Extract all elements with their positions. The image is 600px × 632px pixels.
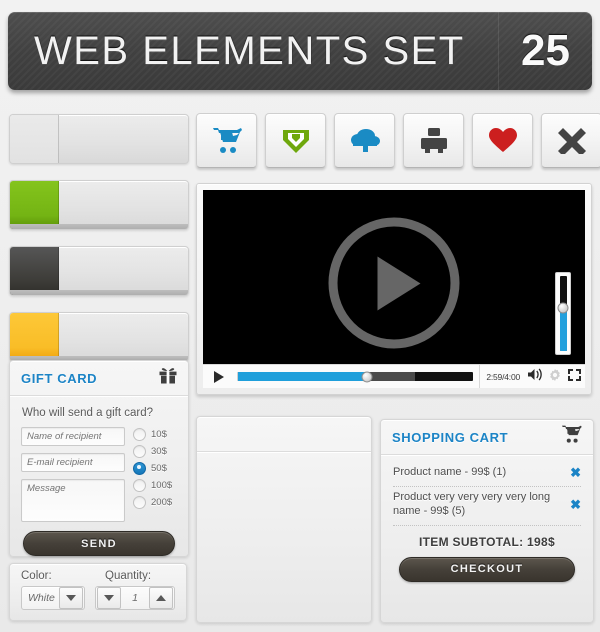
- radio-100[interactable]: [133, 479, 146, 492]
- play-button[interactable]: [207, 370, 231, 383]
- page-title: WEB ELEMENTS SET: [34, 28, 465, 73]
- remove-item-icon[interactable]: ✖: [570, 466, 581, 479]
- page-header: WEB ELEMENTS SET 25: [8, 12, 592, 90]
- fullscreen-icon[interactable]: [568, 368, 581, 386]
- volume-track: [557, 276, 569, 351]
- send-button-wrap: SEND: [10, 522, 188, 556]
- gift-message-textarea[interactable]: [21, 479, 125, 522]
- quantity-decrement-button[interactable]: [97, 587, 121, 609]
- cloud-upload-icon: [349, 128, 381, 154]
- volume-knob: [557, 302, 569, 313]
- close-x-icon: [557, 127, 586, 154]
- progress-bar-empty[interactable]: [9, 114, 189, 164]
- gift-amount-option-200[interactable]: 200$: [133, 496, 172, 509]
- gift-amount-option-30[interactable]: 30$: [133, 445, 172, 458]
- chevron-down-icon[interactable]: [59, 587, 83, 609]
- shopping-cart-icon: [212, 127, 242, 155]
- download-shield-icon: [281, 127, 311, 155]
- color-quantity-panel: Color: Quantity: White 1: [9, 563, 187, 621]
- quantity-label: Quantity:: [105, 570, 152, 582]
- shopping-cart-body: Product name - 99$ (1) ✖ Product very ve…: [381, 455, 593, 582]
- seek-played: [238, 372, 368, 381]
- header-number-badge: 25: [498, 12, 592, 90]
- video-time-display: 2:59/4:00: [486, 371, 520, 382]
- favorite-button[interactable]: [472, 113, 533, 168]
- download-button[interactable]: [265, 113, 326, 168]
- printer-icon: [419, 127, 449, 154]
- gift-amount-option-100[interactable]: 100$: [133, 479, 172, 492]
- video-play-overlay-button[interactable]: [328, 217, 460, 349]
- gift-card-body: Who will send a gift card? 10$: [10, 396, 188, 522]
- shopping-cart-panel: SHOPPING CART Product name - 99$ (1) ✖ P…: [380, 419, 594, 623]
- gift-card-fields: [21, 427, 125, 522]
- shopping-cart-title: SHOPPING CART: [392, 429, 509, 445]
- cart-item-name: Product very very very very long name - …: [393, 490, 551, 518]
- seek-knob: [361, 371, 373, 382]
- gift-card-panel: GIFT CARD Who will send a gift card? Nam…: [9, 360, 189, 557]
- quantity-stepper[interactable]: 1: [95, 586, 175, 610]
- progress-bar-dark[interactable]: [9, 246, 189, 296]
- cart-item-row: Product very very very very long name - …: [393, 487, 581, 524]
- progress-bar-green[interactable]: [9, 180, 189, 230]
- volume-icon[interactable]: [527, 368, 542, 386]
- video-controls-right: 2:59/4:00: [479, 365, 581, 388]
- gift-amount-radio-group: 10$ 30$ 50$ 100$ 200$: [133, 427, 172, 522]
- checkout-wrap: CHECKOUT: [393, 556, 581, 582]
- progress-bar-group: [9, 114, 189, 378]
- play-icon-small: [214, 370, 224, 383]
- close-button[interactable]: [541, 113, 600, 168]
- progress-bar-amber[interactable]: [9, 312, 189, 362]
- recipient-email-input[interactable]: [21, 453, 125, 472]
- cart-subtotal: ITEM SUBTOTAL: 198$: [419, 534, 555, 549]
- play-icon: [377, 256, 421, 311]
- gear-icon[interactable]: [549, 368, 561, 386]
- cloud-upload-button[interactable]: [334, 113, 395, 168]
- shopping-cart-button[interactable]: [196, 113, 257, 168]
- quantity-value: 1: [132, 592, 138, 604]
- color-label: Color:: [21, 570, 52, 582]
- radio-50[interactable]: [133, 462, 146, 475]
- cart-icon: [561, 425, 582, 449]
- quantity-increment-button[interactable]: [149, 587, 173, 609]
- remove-item-icon[interactable]: ✖: [570, 498, 581, 511]
- send-button[interactable]: SEND: [23, 531, 175, 556]
- recipient-name-input[interactable]: [21, 427, 125, 446]
- gift-amount-option-50[interactable]: 50$: [133, 462, 172, 475]
- color-select-value: White: [28, 592, 55, 604]
- video-player: 2:59/4:00: [196, 183, 592, 395]
- gift-card-title: GIFT CARD: [21, 370, 98, 386]
- radio-10[interactable]: [133, 428, 146, 441]
- cart-item-name: Product name - 99$ (1): [393, 466, 507, 478]
- empty-panel-header: [197, 417, 371, 452]
- print-button[interactable]: [403, 113, 464, 168]
- gift-amount-option-10[interactable]: 10$: [133, 428, 172, 441]
- color-select[interactable]: White: [21, 586, 85, 610]
- cart-item-row: Product name - 99$ (1) ✖: [393, 462, 581, 485]
- icon-button-row: [196, 113, 600, 168]
- radio-30[interactable]: [133, 445, 146, 458]
- empty-content-panel: [196, 416, 372, 623]
- color-quantity-controls: White 1: [21, 586, 175, 610]
- page-root: WEB ELEMENTS SET 25 GIFT CARD Who will s…: [0, 0, 600, 632]
- color-quantity-labels: Color: Quantity:: [21, 570, 175, 582]
- checkout-button[interactable]: CHECKOUT: [399, 556, 575, 582]
- video-screen[interactable]: 2:59/4:00: [203, 190, 585, 388]
- radio-200[interactable]: [133, 496, 146, 509]
- volume-slider[interactable]: [555, 272, 571, 355]
- seek-buffered: [367, 372, 415, 381]
- gift-card-header: GIFT CARD: [10, 361, 188, 396]
- video-controls: 2:59/4:00: [203, 364, 585, 388]
- heart-icon: [488, 127, 518, 154]
- gift-icon: [159, 367, 177, 389]
- volume-fill: [559, 307, 567, 351]
- gift-card-question: Who will send a gift card?: [22, 407, 154, 419]
- video-seek-bar[interactable]: [237, 371, 474, 382]
- divider: [393, 524, 581, 526]
- shopping-cart-header: SHOPPING CART: [381, 420, 593, 455]
